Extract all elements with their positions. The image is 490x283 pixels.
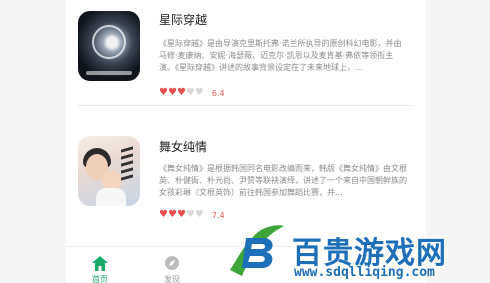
heart-icon: ♥ xyxy=(194,87,204,98)
poster-caption-art xyxy=(86,71,132,75)
movie-poster[interactable] xyxy=(78,11,140,81)
compass-icon xyxy=(165,256,179,270)
movie-poster[interactable] xyxy=(78,136,140,206)
rating-row: ♥ ♥ ♥ ♥ ♥ 6.4 xyxy=(159,88,225,98)
heart-icon: ♥ xyxy=(159,87,168,98)
movie-title[interactable]: 舞女纯情 xyxy=(159,138,207,155)
watermark: 百贵游戏网 www.sdqlliqing.com xyxy=(224,210,490,283)
movie-score: 6.4 xyxy=(211,88,225,98)
heart-icon: ♥ xyxy=(185,87,195,98)
heart-icon: ♥ xyxy=(194,209,204,220)
movie-title[interactable]: 星际穿越 xyxy=(159,11,207,28)
heart-icon: ♥ xyxy=(167,87,177,98)
heart-icon: ♥ xyxy=(159,209,168,220)
heart-icon: ♥ xyxy=(176,209,186,220)
heart-icon: ♥ xyxy=(176,87,186,98)
tab-home-label: 首页 xyxy=(92,275,108,283)
movie-description: 《舞女纯情》是根据韩国同名电影改编而来，韩版《舞女纯情》由文根英、朴健衙、朴元尚… xyxy=(159,164,407,197)
watermark-url: www.sdqlliqing.com xyxy=(294,265,435,280)
divider xyxy=(78,105,412,106)
rating-row: ♥ ♥ ♥ ♥ ♥ 7.4 xyxy=(159,210,225,220)
tab-discover-label: 发现 xyxy=(164,275,180,283)
movie-score: 7.4 xyxy=(211,210,225,220)
tab-home[interactable]: 首页 xyxy=(80,255,120,283)
heart-icon: ♥ xyxy=(185,209,195,220)
poster-calligraphy-art xyxy=(121,144,135,184)
home-icon xyxy=(92,256,108,271)
tab-discover[interactable]: 发现 xyxy=(152,255,192,283)
heart-icon: ♥ xyxy=(167,209,177,220)
poster-ring-art xyxy=(92,25,126,59)
watermark-logo-icon xyxy=(230,225,284,276)
poster-figure-art xyxy=(96,188,126,206)
movie-description: 《星际穿越》是由导演克里斯托弗·诺兰所执导的原创科幻电影，并由马修·麦康纳、安妮… xyxy=(159,39,402,72)
